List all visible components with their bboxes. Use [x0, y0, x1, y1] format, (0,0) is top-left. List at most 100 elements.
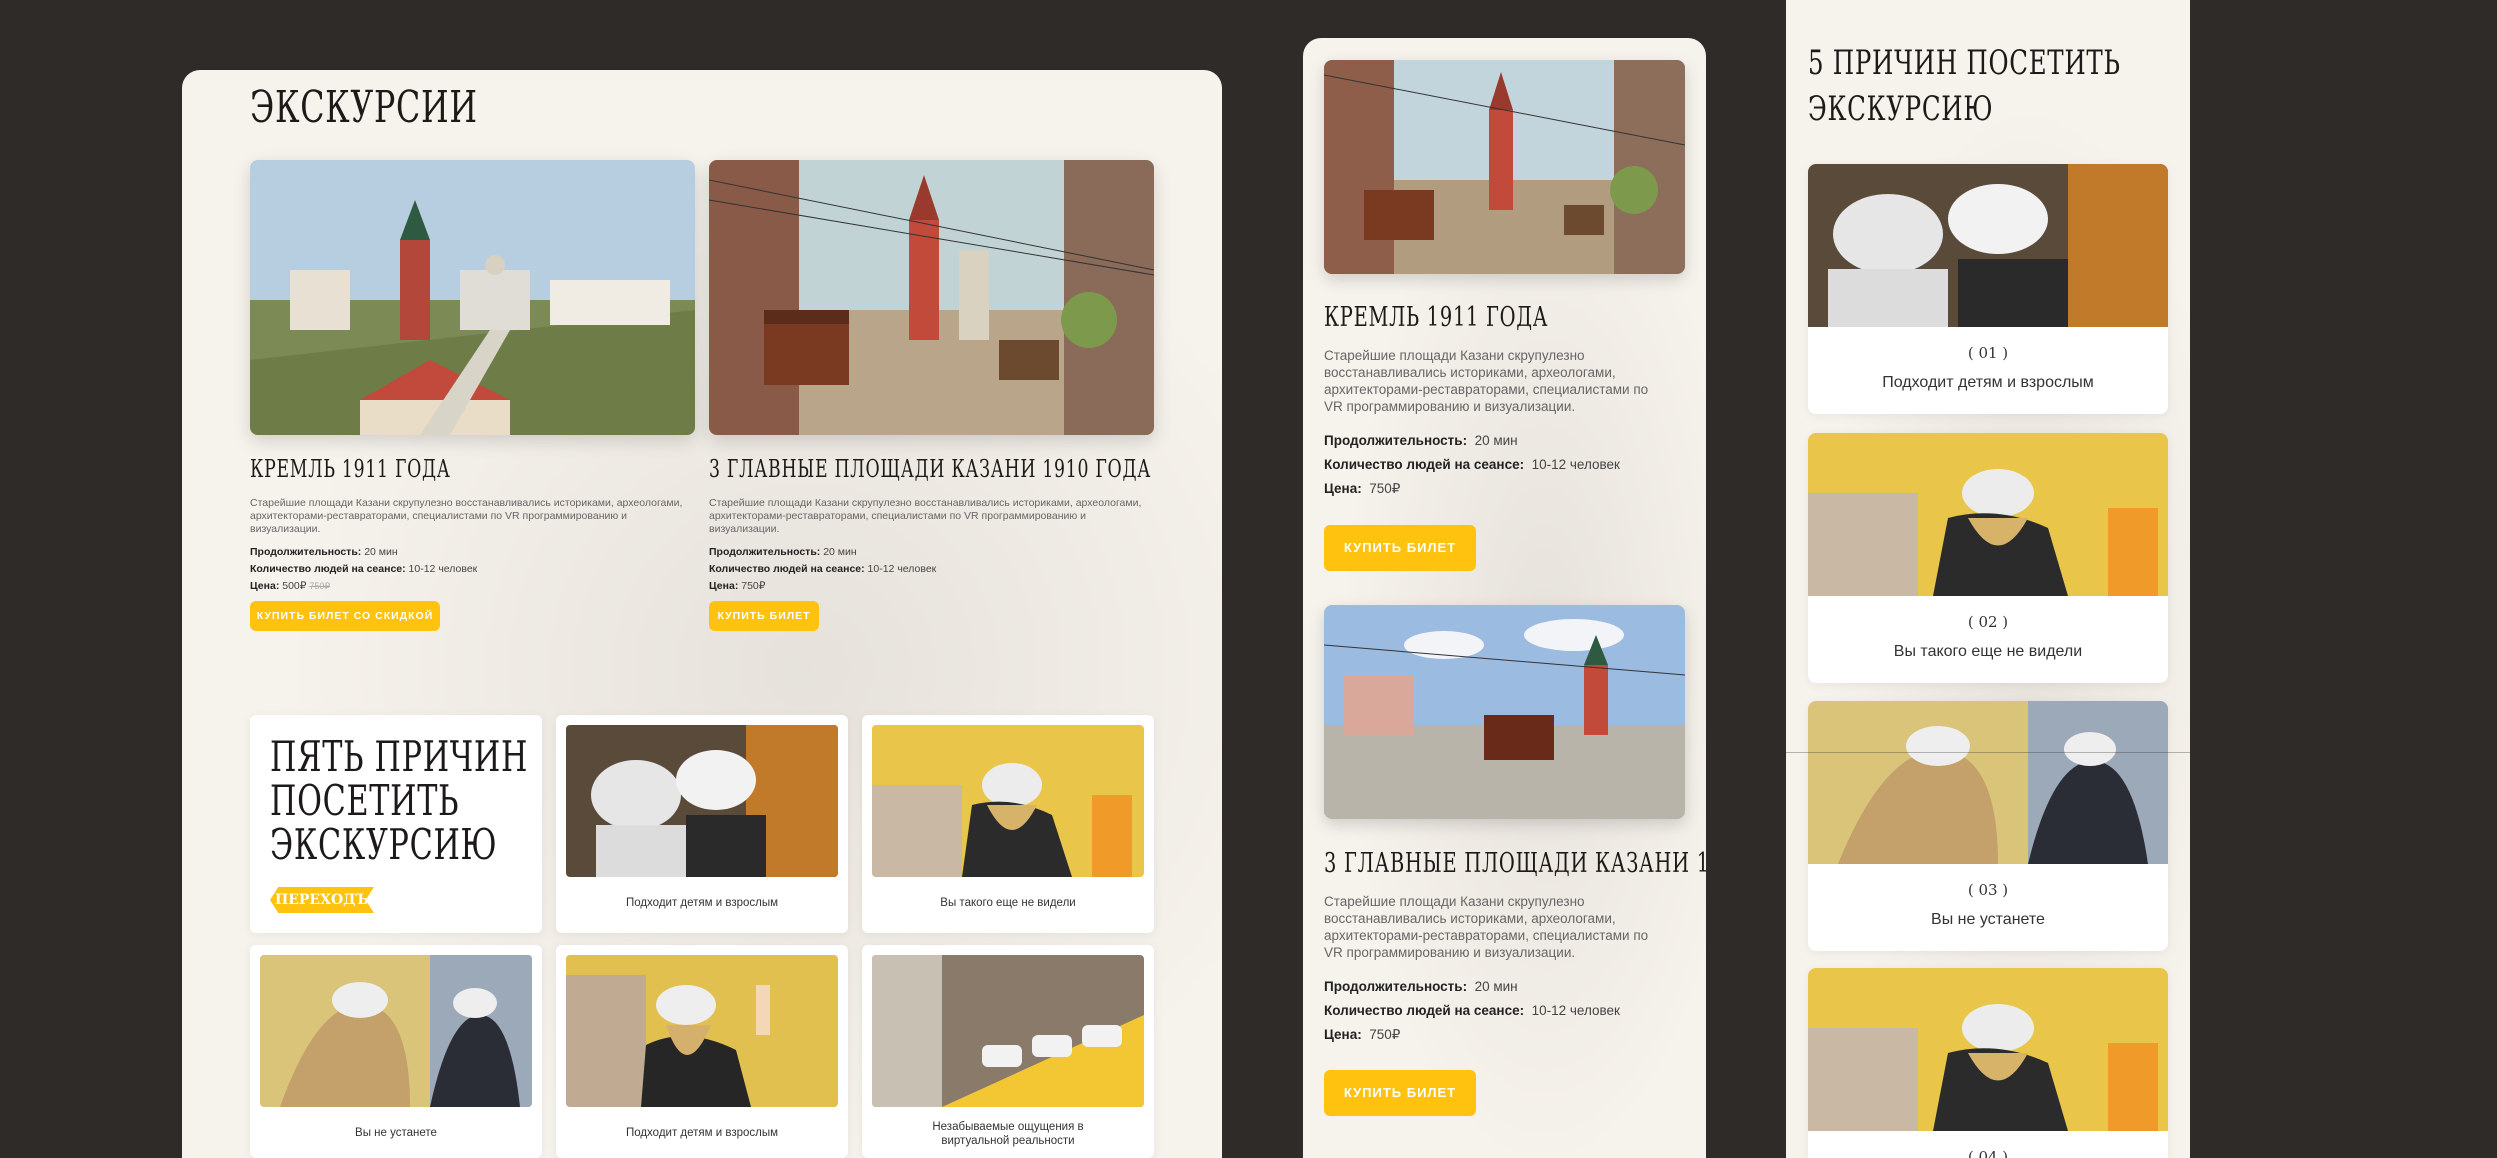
- reason-card-2[interactable]: Вы такого еще не видели: [862, 715, 1154, 933]
- duration-label: Продолжительность:: [1324, 433, 1468, 448]
- reason-number: ( 02 ): [1967, 613, 2009, 631]
- reasons-heading: ПЯТЬ ПРИЧИН ПОСЕТИТЬ ЭКСКУРСИЮ: [270, 735, 528, 867]
- reason-image: [566, 725, 838, 877]
- duration-value: 20 мин: [364, 546, 398, 558]
- tour-image-kremlin[interactable]: [250, 160, 695, 435]
- description-line: VR программированию и визуализации.: [1324, 945, 1576, 960]
- reason-image: [1808, 701, 2168, 864]
- buy-ticket-button[interactable]: КУПИТЬ БИЛЕТ: [1324, 525, 1476, 571]
- reason-image: [1808, 433, 2168, 596]
- reason-card-4[interactable]: ( 04 ): [1808, 968, 2168, 1158]
- description-line: восстанавливались историками, археологам…: [1324, 365, 1616, 380]
- people-value: 10-12 человек: [867, 563, 937, 575]
- reason-text: Незабываемые ощущения в виртуальной реал…: [862, 1120, 1154, 1148]
- price-label: Цена:: [1324, 1027, 1362, 1042]
- divider: [1786, 752, 2190, 753]
- mobile-tour-card-2: 3 ГЛАВНЫЕ ПЛОЩАДИ КАЗАНИ 1910 ГОДА Старе…: [1324, 848, 1706, 1047]
- people-value: 10-12 человек: [1531, 1003, 1620, 1018]
- reasons-heading-line: ПЯТЬ ПРИЧИН: [270, 732, 529, 781]
- tour-description: Старейшие площади Казани скрупулезно вос…: [709, 497, 1142, 535]
- reasons-heading-line: 5 ПРИЧИН ПОСЕТИТЬ: [1808, 43, 2121, 83]
- reason-card-1[interactable]: ( 01 ) Подходит детям и взрослым: [1808, 164, 2168, 414]
- reason-image: [260, 955, 532, 1107]
- mobile-reasons-panel: 5 ПРИЧИН ПОСЕТИТЬ ЭКСКУРСИЮ ( 01 ) Подхо…: [1786, 0, 2190, 1158]
- description-line: Старейшие площади Казани скрупулезно: [1324, 894, 1585, 909]
- price-old: 750₽: [309, 581, 331, 591]
- tour-description: Старейшие площади Казани скрупулезно вос…: [250, 497, 683, 535]
- people-label: Количество людей на сеансе:: [1324, 1003, 1525, 1018]
- tour-title: КРЕМЛЬ 1911 ГОДА: [1324, 302, 1549, 333]
- duration-label: Продолжительность:: [709, 546, 821, 558]
- reason-image: [872, 955, 1144, 1107]
- reason-card-2[interactable]: ( 02 ) Вы такого еще не видели: [1808, 433, 2168, 683]
- reason-text: Подходит детям и взрослым: [625, 1127, 779, 1139]
- price-value: 500₽: [282, 580, 307, 592]
- page-title: ЭКСКУРСИИ: [250, 82, 478, 133]
- price-value: 750₽: [1369, 481, 1401, 496]
- description-line: восстанавливались историками, археологам…: [1324, 911, 1616, 926]
- buy-ticket-button[interactable]: КУПИТЬ БИЛЕТ: [709, 601, 819, 631]
- people-label: Количество людей на сеансе:: [250, 563, 406, 575]
- tour-image-kremlin[interactable]: [1324, 60, 1685, 274]
- buy-ticket-button[interactable]: КУПИТЬ БИЛЕТ: [1324, 1070, 1476, 1116]
- tour-description: Старейшие площади Казани скрупулезно вос…: [1324, 893, 1704, 961]
- tour-title: 3 ГЛАВНЫЕ ПЛОЩАДИ КАЗАНИ 1910 ГОДА: [709, 455, 1152, 483]
- price-value: 750₽: [1369, 1027, 1401, 1042]
- reason-number: ( 01 ): [1967, 344, 2009, 362]
- duration-value: 20 мин: [823, 546, 857, 558]
- reasons-heading-line: ЭКСКУРСИЮ: [1808, 89, 1994, 129]
- reason-image: [566, 955, 838, 1107]
- price-value: 750₽: [741, 580, 766, 592]
- tour-image-squares[interactable]: [709, 160, 1154, 435]
- reasons-heading-card: ПЯТЬ ПРИЧИН ПОСЕТИТЬ ЭКСКУРСИЮ ПЕРЕХОДЪ: [250, 715, 542, 933]
- reason-number: ( 04 ): [1967, 1148, 2009, 1158]
- duration-value: 20 мин: [1474, 433, 1518, 448]
- reason-card-5[interactable]: Незабываемые ощущения в виртуальной реал…: [862, 945, 1154, 1158]
- goto-button[interactable]: ПЕРЕХОДЪ: [270, 887, 374, 913]
- mobile-tour-card-1: КРЕМЛЬ 1911 ГОДА Старейшие площади Казан…: [1324, 302, 1689, 501]
- reason-text: Вы не устанете: [1931, 911, 2045, 928]
- reason-image: [1808, 164, 2168, 327]
- reason-card-1[interactable]: Подходит детям и взрослым: [556, 715, 848, 933]
- people-label: Количество людей на сеансе:: [709, 563, 865, 575]
- reason-text: Подходит детям и взрослым: [1882, 374, 2094, 391]
- reason-text: Вы такого еще не видели: [1893, 643, 2083, 660]
- people-label: Количество людей на сеансе:: [1324, 457, 1525, 472]
- duration-label: Продолжительность:: [1324, 979, 1468, 994]
- description-line: архитекторами-реставраторами, специалист…: [1324, 928, 1649, 943]
- reason-text: Вы не устанете: [355, 1127, 437, 1139]
- people-value: 10-12 человек: [1531, 457, 1620, 472]
- reason-text: Вы такого еще не видели: [940, 897, 1076, 909]
- tour-card-1: КРЕМЛЬ 1911 ГОДА Старейшие площади Казан…: [250, 455, 695, 595]
- reason-image: [1808, 968, 2168, 1131]
- reason-number: ( 03 ): [1967, 881, 2009, 899]
- reason-card-3[interactable]: ( 03 ) Вы не устанете: [1808, 701, 2168, 951]
- tour-card-2: 3 ГЛАВНЫЕ ПЛОЩАДИ КАЗАНИ 1910 ГОДА Старе…: [709, 455, 1154, 595]
- reason-text-line: Незабываемые ощущения в: [932, 1121, 1084, 1133]
- tour-description: Старейшие площади Казани скрупулезно вос…: [1324, 347, 1689, 415]
- tour-title: КРЕМЛЬ 1911 ГОДА: [250, 455, 451, 483]
- description-line: архитекторами-реставраторами, специалист…: [1324, 382, 1649, 397]
- description-line: Старейшие площади Казани скрупулезно: [1324, 348, 1585, 363]
- price-label: Цена:: [709, 580, 739, 592]
- people-value: 10-12 человек: [408, 563, 478, 575]
- price-label: Цена:: [250, 580, 280, 592]
- reasons-heading: 5 ПРИЧИН ПОСЕТИТЬ ЭКСКУРСИЮ: [1808, 40, 2121, 132]
- reason-text-line: виртуальной реальности: [941, 1135, 1075, 1147]
- reason-image: [872, 725, 1144, 877]
- reason-card-4[interactable]: Подходит детям и взрослым: [556, 945, 848, 1158]
- reason-card-3[interactable]: Вы не устанете: [250, 945, 542, 1158]
- goto-button-label: ПЕРЕХОДЪ: [275, 892, 369, 908]
- duration-label: Продолжительность:: [250, 546, 362, 558]
- description-line: VR программированию и визуализации.: [1324, 399, 1576, 414]
- duration-value: 20 мин: [1474, 979, 1518, 994]
- buy-ticket-discount-button[interactable]: КУПИТЬ БИЛЕТ СО СКИДКОЙ: [250, 601, 440, 631]
- reason-text: Подходит детям и взрослым: [625, 897, 779, 909]
- tour-image-squares[interactable]: [1324, 605, 1685, 819]
- reasons-heading-line: ПОСЕТИТЬ: [270, 776, 460, 825]
- price-label: Цена:: [1324, 481, 1362, 496]
- desktop-panel: ЭКСКУРСИИ КРЕМЛЬ 1911 ГОДА Старейшие пло…: [182, 70, 1222, 1158]
- tour-title: 3 ГЛАВНЫЕ ПЛОЩАДИ КАЗАНИ 1910 ГОДА: [1324, 848, 1706, 879]
- reasons-heading-line: ЭКСКУРСИЮ: [270, 820, 498, 869]
- mobile-tours-panel: КРЕМЛЬ 1911 ГОДА Старейшие площади Казан…: [1303, 38, 1706, 1158]
